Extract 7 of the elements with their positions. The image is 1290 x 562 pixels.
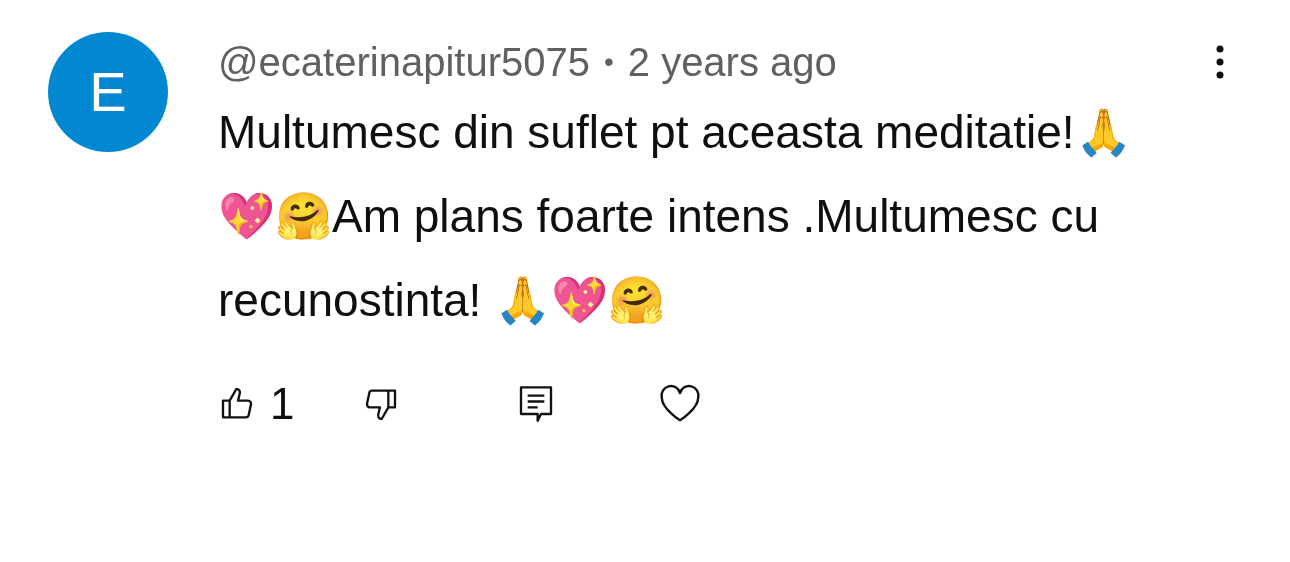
author-name[interactable]: @ecaterinapitur5075 (218, 32, 590, 92)
like-count: 1 (270, 378, 296, 430)
avatar[interactable]: E (48, 32, 168, 152)
comment-text: Multumesc din suflet pt aceasta meditatie!🙏💖🤗Am plans foarte intens .Multumesc cu recunostinta! 🙏💖🤗 (218, 105, 1133, 328)
separator: • (603, 45, 614, 79)
timestamp: 2 years ago (627, 39, 837, 86)
heart-icon[interactable] (658, 384, 702, 424)
